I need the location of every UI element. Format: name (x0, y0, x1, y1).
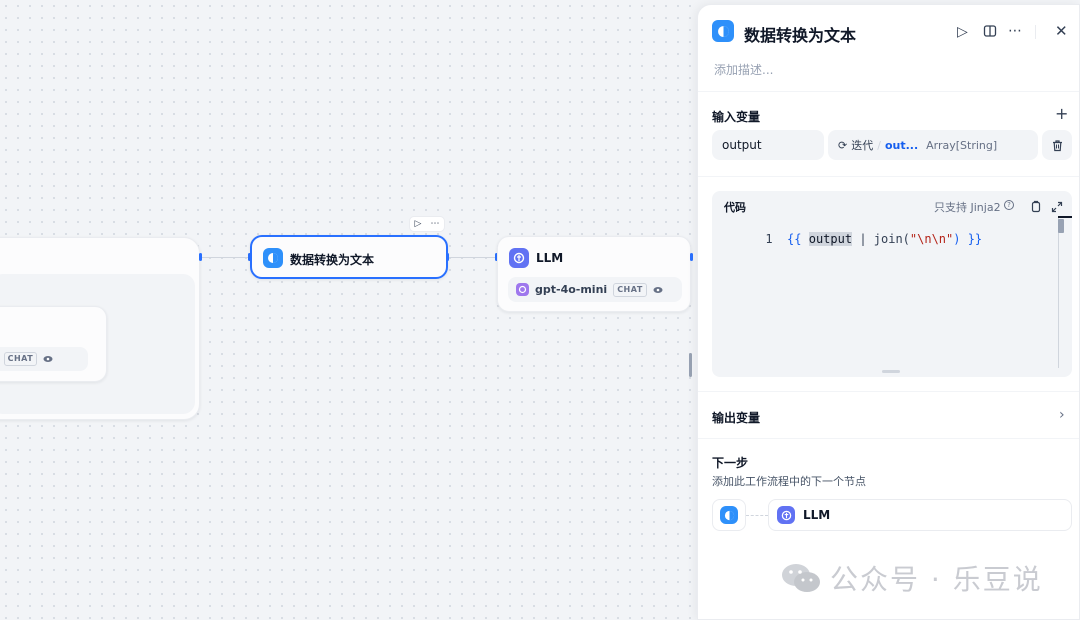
current-node-card (712, 499, 746, 531)
code-brace-close: ) }} (953, 232, 983, 246)
inner-llm-node[interactable]: 2 ni CHAT (0, 306, 107, 382)
iterate-icon: ⟳ (838, 138, 848, 152)
close-icon[interactable]: ✕ (1055, 23, 1068, 39)
separator: / (877, 138, 881, 152)
variable-name-input[interactable]: output (712, 130, 824, 160)
workflow-canvas[interactable]: 2 ni CHAT ▷ ⋯ 数据转换为文本 LLM (0, 0, 700, 620)
help-icon[interactable]: ? (1004, 200, 1014, 210)
code-line-1: 1 {{ output | join("\n\n") }} (722, 218, 982, 260)
line-number: 1 (765, 232, 773, 246)
variable-ref: out... (884, 138, 919, 152)
chat-badge: CHAT (613, 282, 647, 297)
divider (698, 438, 1079, 439)
wechat-icon (782, 564, 820, 592)
expand-icon[interactable] (1051, 198, 1063, 217)
editor-scrollbar[interactable] (1058, 218, 1059, 368)
llm-model-name: gpt-4o-mini (535, 283, 608, 296)
add-variable-icon[interactable]: + (1055, 106, 1068, 122)
template-transform-icon (712, 20, 734, 42)
divider (698, 176, 1079, 177)
code-filter: | join( (852, 232, 910, 246)
divider (698, 91, 1079, 92)
eye-icon (43, 355, 53, 363)
code-variable: output (808, 232, 853, 246)
template-transform-icon (263, 248, 283, 268)
variable-type: Array[String] (926, 138, 998, 152)
editor-resize-handle[interactable] (882, 370, 900, 373)
editor-scroll-thumb[interactable] (1058, 219, 1064, 233)
chevron-right-icon[interactable]: › (1059, 407, 1065, 423)
editor-cursor (1058, 216, 1072, 218)
edge-iteration-template (202, 257, 250, 258)
code-brace-open: {{ (787, 232, 809, 246)
run-icon[interactable]: ▷ (957, 24, 968, 40)
llm-output-port[interactable] (690, 253, 693, 261)
next-step-subtitle: 添加此工作流程中的下一个节点 (712, 475, 866, 488)
trash-icon (1052, 139, 1062, 151)
openai-icon (516, 283, 529, 296)
delete-variable-button[interactable] (1042, 130, 1072, 160)
copy-icon[interactable] (1030, 198, 1042, 217)
divider (1035, 25, 1036, 39)
next-node-title: LLM (803, 508, 831, 522)
llm-node-title: LLM (536, 251, 564, 265)
jinja-hint: 只支持 Jinja2 (934, 201, 1001, 214)
llm-icon (777, 506, 795, 524)
code-editor[interactable]: 代码 只支持 Jinja2 ? 1 {{ output | join("\n\n… (712, 191, 1072, 377)
template-transform-icon (720, 506, 738, 524)
panel-title[interactable]: 数据转换为文本 (744, 22, 856, 46)
template-node-title: 数据转换为文本 (290, 253, 375, 267)
panel-resize-handle[interactable] (689, 353, 692, 377)
variable-name-value: output (722, 138, 762, 152)
llm-icon (509, 248, 529, 268)
llm-node[interactable]: LLM gpt-4o-mini CHAT (497, 236, 691, 312)
next-node-llm[interactable]: LLM (768, 499, 1072, 531)
node-config-panel: 数据转换为文本 ▷ ⋯ ✕ 添加描述... 输入变量 + output ⟳ 迭代… (697, 4, 1080, 620)
next-step-connector (746, 515, 768, 516)
wechat-watermark: 公众号 · 乐豆说 (780, 558, 1043, 598)
run-icon[interactable]: ▷ (415, 219, 422, 229)
watermark-text: 公众号 · 乐豆说 (830, 563, 1043, 596)
code-label: 代码 (724, 201, 746, 214)
variable-selector[interactable]: ⟳ 迭代 / out... Array[String] (828, 130, 1038, 160)
next-step-label: 下一步 (712, 456, 749, 470)
more-icon[interactable]: ⋯ (1008, 23, 1022, 39)
llm-model-chip[interactable]: gpt-4o-mini CHAT (508, 277, 682, 302)
code-string: "\n\n" (909, 232, 954, 246)
chat-badge: CHAT (3, 352, 38, 366)
iteration-node[interactable]: 2 ni CHAT (0, 237, 200, 420)
output-vars-label[interactable]: 输出变量 (712, 409, 760, 426)
more-icon[interactable]: ⋯ (430, 219, 439, 229)
description-input[interactable]: 添加描述... (714, 61, 773, 78)
input-vars-label: 输入变量 (712, 110, 761, 124)
eye-icon (653, 286, 663, 294)
edge-template-llm (449, 257, 497, 258)
iterate-label: 迭代 (851, 139, 874, 152)
inner-model-chip[interactable]: ni CHAT (0, 347, 88, 371)
template-node[interactable]: 数据转换为文本 (250, 235, 448, 279)
divider (698, 391, 1079, 392)
template-node-toolbar[interactable]: ▷ ⋯ (409, 216, 445, 232)
split-view-icon[interactable] (983, 24, 997, 42)
